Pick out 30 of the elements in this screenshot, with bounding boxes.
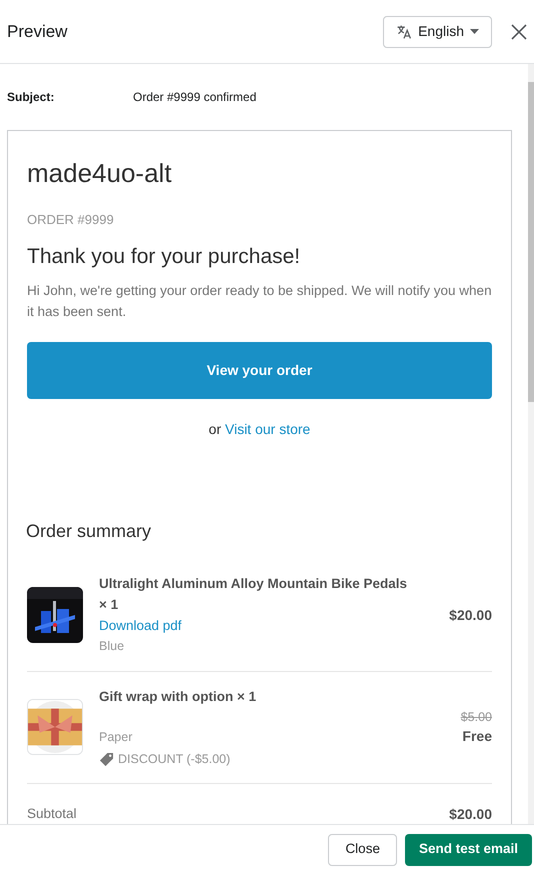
close-icon[interactable] [510, 22, 528, 40]
item-title: Ultralight Aluminum Alloy Mountain Bike Pedals × 1 [99, 575, 408, 614]
item-price: $20.00 [449, 606, 492, 624]
language-selector[interactable]: English [383, 16, 492, 48]
item-title: Gift wrap with option × 1 [99, 688, 258, 706]
close-button[interactable]: Close [328, 834, 397, 866]
send-test-email-button[interactable]: Send test email [404, 834, 532, 866]
order-number: ORDER #9999 [27, 211, 115, 229]
item-price: Free [461, 727, 492, 746]
caret-icon [470, 29, 479, 34]
summary-title: Order summary [26, 520, 152, 543]
discount-label: DISCOUNT (-$5.00) [118, 751, 230, 768]
subtotal-label: Subtotal [27, 805, 77, 824]
item-variant: Paper [99, 729, 134, 746]
tag-icon [99, 752, 114, 767]
item-variant: Blue [99, 638, 126, 655]
scrollbar[interactable] [528, 64, 534, 824]
email-heading: Thank you for your purchase! [27, 244, 302, 270]
store-prefix: or [208, 421, 222, 437]
view-order-button[interactable]: View your order [27, 342, 492, 399]
store-link[interactable]: Visit our store [225, 421, 310, 437]
original-price: $5.00 [460, 708, 492, 726]
subject-label: Subject: [7, 89, 56, 106]
subject-value: Order #9999 confirmed [133, 89, 256, 106]
subtotal-value: $20.00 [449, 804, 492, 824]
download-link[interactable]: Download pdf [99, 615, 450, 636]
shop-name: made4uo-alt [27, 157, 173, 189]
email-message: Hi John, we're getting your order ready to be shipped. We will notify you when it has been sent. [27, 282, 492, 321]
translate-icon [396, 24, 412, 40]
dialog-title: Preview [7, 20, 68, 43]
